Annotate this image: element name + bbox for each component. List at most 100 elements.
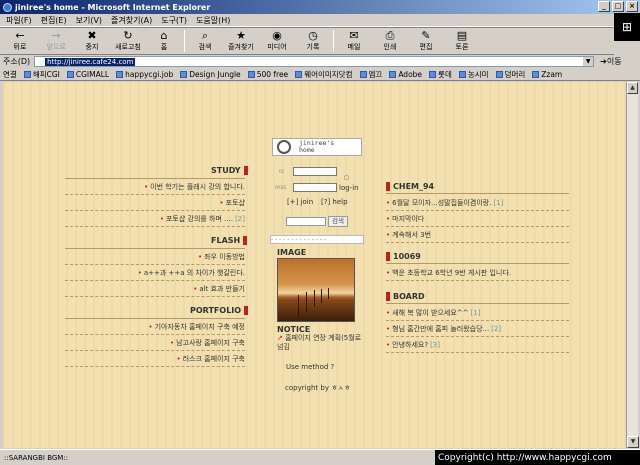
search-input[interactable]: [286, 217, 326, 226]
page-link-icon: [66, 70, 74, 78]
image-heading: IMAGE: [277, 248, 307, 257]
link-item[interactable]: Adobe: [389, 70, 422, 79]
list-item[interactable]: • 이번 학기는 플래시 강의 합니다.: [65, 182, 245, 195]
site-logo[interactable]: jiniree's home: [272, 138, 362, 156]
study-heading[interactable]: STUDY: [211, 166, 248, 175]
list-item[interactable]: • a++과 ++a 의 차이가 햇갈린다.: [65, 268, 245, 281]
toolbar-label: 새로고침: [115, 43, 141, 51]
list-item[interactable]: • 계속해서 3번: [386, 230, 569, 243]
link-item[interactable]: 농시미: [458, 69, 489, 80]
flash-heading[interactable]: FLASH: [211, 236, 248, 245]
page-link-icon: [495, 70, 503, 78]
history-button[interactable]: ◷ 기록: [297, 30, 329, 52]
login-button[interactable]: log-in: [339, 184, 359, 192]
board-heading[interactable]: BOARD: [386, 292, 425, 301]
stop-button[interactable]: ✖ 중지: [76, 30, 108, 52]
portfolio-heading[interactable]: PORTFOLIO: [190, 306, 249, 315]
list-item[interactable]: • 남고사랑 홈페이지 구축: [65, 338, 245, 351]
list-item[interactable]: • 6월달 모이자...성말집들이겸이랑. [1]: [386, 198, 569, 211]
toolbar: ← 뒤로 → 앞으로 ✖ 중지 ↻ 새로고침 ⌂ 홈 ⌕ 검색 ★ 즐겨찾기 ◉ 미디어 ◷ 기록 ✉ 메일 ⎙ 인쇄 ✎ 편…: [0, 27, 614, 55]
address-dropdown-icon[interactable]: ▼: [583, 57, 594, 66]
close-button[interactable]: ×: [626, 1, 638, 12]
copyright-overlay: Copyright(c) http://www.happycgi.com: [435, 450, 640, 465]
home-icon: ⌂: [160, 29, 168, 42]
media-button[interactable]: ◉ 미디어: [261, 30, 293, 52]
vertical-scrollbar[interactable]: ▲ ▼: [626, 82, 639, 448]
list-item[interactable]: • 새해 복 많이 받으세요^^ [1]: [386, 308, 569, 321]
minimize-button[interactable]: _: [598, 1, 610, 12]
mail-button[interactable]: ✉ 메일: [338, 30, 370, 52]
list-item[interactable]: • 기아자동차 홈페이지 구축 예정: [65, 322, 245, 335]
toolbar-separator: [184, 30, 185, 52]
print-button[interactable]: ⎙ 인쇄: [374, 30, 406, 52]
link-item[interactable]: 롯데: [429, 69, 452, 80]
forward-arrow-button[interactable]: → 앞으로: [40, 30, 72, 52]
search-button[interactable]: 검색: [328, 216, 348, 227]
list-item[interactable]: • 포토샵 강의를 하며 .... [2]: [65, 214, 245, 227]
list-item[interactable]: • 안녕하세요? [3]: [386, 340, 569, 353]
toolbar-label: 홈: [160, 43, 168, 51]
link-item[interactable]: 해피CGI: [23, 69, 60, 80]
list-item[interactable]: • 좌우 이동방법: [65, 252, 245, 265]
address-input[interactable]: http://jiniree.cafe24.com ▼: [34, 56, 595, 67]
link-item[interactable]: 웨어이미지닷컴: [295, 69, 353, 80]
page-link-icon: [295, 70, 303, 78]
link-item[interactable]: happycgi.job: [116, 70, 173, 79]
notice-arrow-icon: ↗: [277, 334, 283, 342]
link-item[interactable]: 덩머리: [495, 69, 525, 80]
site-select[interactable]: - - - - - - - - - - - - - -: [270, 235, 364, 244]
favorites-button[interactable]: ★ 즐겨찾기: [225, 30, 257, 52]
media-icon: ◉: [272, 29, 282, 42]
list-item[interactable]: • alt 효과 만들기: [65, 284, 245, 297]
list-item[interactable]: • 러스크 홈페이지 구축: [65, 354, 245, 367]
chem-heading[interactable]: CHEM_94: [386, 182, 434, 191]
list-item[interactable]: • 형님 홈간만에 홈피 놀러왔습당... [2]: [386, 324, 569, 337]
list-item[interactable]: • 마지막이다: [386, 214, 569, 227]
address-url: http://jiniree.cafe24.com: [45, 57, 136, 66]
notice-item[interactable]: ↗ 홈페이지 연장 계획(5월로 넘김: [277, 334, 367, 352]
link-item[interactable]: CGIMALL: [66, 70, 109, 79]
use-method-link[interactable]: Use method ?: [286, 363, 334, 371]
edit-icon: ✎: [421, 29, 431, 42]
edit-button[interactable]: ✎ 편집: [410, 30, 442, 52]
link-item[interactable]: 엠끄: [359, 69, 382, 80]
page-content: STUDY • 이번 학기는 플래시 강의 합니다. • 포토샵 • 포토샵 강의를 …: [3, 82, 626, 448]
link-item[interactable]: Design Jungle: [180, 70, 241, 79]
menu-help[interactable]: 도움말(H): [196, 15, 230, 26]
toolbar-label: 메일: [347, 43, 361, 51]
home-button[interactable]: ⌂ 홈: [148, 30, 180, 52]
window-title-bar[interactable]: jiniree's home - Microsoft Internet Expl…: [0, 0, 640, 14]
refresh-button[interactable]: ↻ 새로고침: [112, 30, 144, 52]
link-item[interactable]: 500 free: [247, 70, 288, 79]
id-field[interactable]: [293, 167, 337, 176]
password-field[interactable]: [293, 183, 337, 192]
link-item[interactable]: Zzam: [532, 70, 562, 79]
go-button[interactable]: ➔이동: [600, 56, 621, 67]
pass-label: PASS: [275, 186, 287, 191]
menu-tools[interactable]: 도구(T): [161, 15, 187, 26]
menu-favorites[interactable]: 즐겨찾기(A): [111, 15, 152, 26]
scroll-up-icon[interactable]: ▲: [627, 82, 638, 94]
window-title: jiniree's home - Microsoft Internet Expl…: [15, 2, 211, 12]
menu-file[interactable]: 파일(F): [6, 15, 32, 26]
menu-edit[interactable]: 편집(E): [41, 15, 67, 26]
help-link[interactable]: [?] help: [321, 198, 348, 206]
list-item[interactable]: • 포토샵: [65, 198, 245, 211]
toolbar-label: 인쇄: [383, 43, 397, 51]
page-link-icon: [458, 70, 466, 78]
search-button[interactable]: ⌕ 검색: [189, 30, 221, 52]
scroll-down-icon[interactable]: ▼: [627, 436, 639, 448]
sunset-photo: [277, 258, 355, 322]
join-link[interactable]: [+] join: [287, 198, 313, 206]
status-text: ::SARANGBI BGM::: [4, 453, 69, 462]
page-link-icon: [247, 70, 255, 78]
toolbar-label: 중지: [85, 43, 99, 51]
maximize-button[interactable]: □: [612, 1, 624, 12]
list-item[interactable]: • 백운 초등학교 6학년 9반 게시판 입니다.: [386, 268, 569, 281]
page-link-icon: [532, 70, 540, 78]
10069-heading[interactable]: 10069: [386, 252, 421, 261]
discuss-button[interactable]: ▤ 토론: [446, 30, 478, 52]
page-link-icon: [23, 70, 31, 78]
back-arrow-button[interactable]: ← 뒤로: [4, 30, 36, 52]
menu-view[interactable]: 보기(V): [76, 15, 102, 26]
